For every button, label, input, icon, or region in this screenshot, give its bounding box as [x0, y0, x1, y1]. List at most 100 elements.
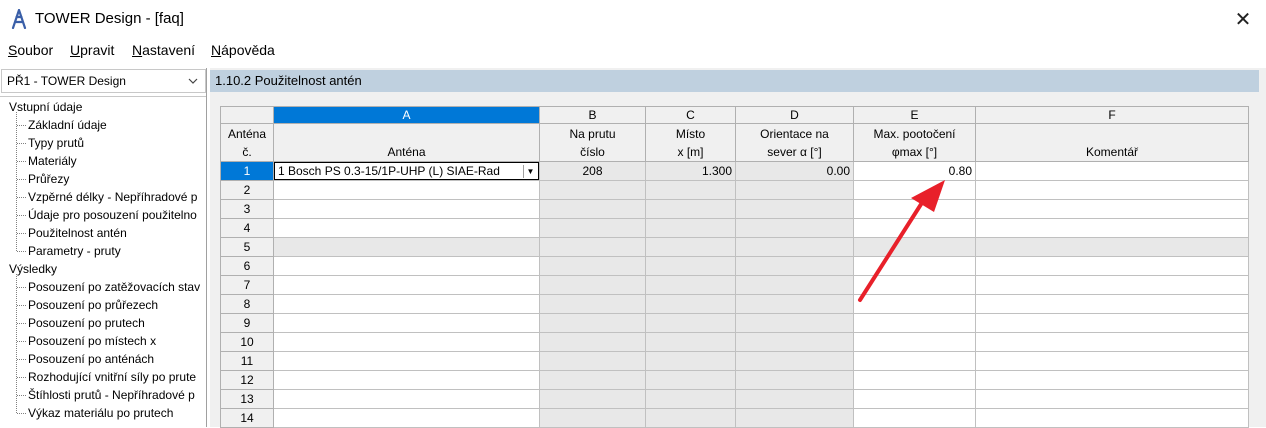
row-number[interactable]: 9	[220, 313, 274, 333]
location-cell[interactable]	[645, 370, 736, 390]
tree-item[interactable]: Posouzení po zatěžovacích stav	[0, 278, 200, 296]
max-rotation-cell[interactable]: 0.80	[853, 161, 976, 181]
antenna-cell[interactable]	[273, 332, 540, 352]
orientation-cell[interactable]	[735, 294, 854, 314]
member-cell[interactable]	[539, 180, 646, 200]
member-cell[interactable]	[539, 408, 646, 428]
member-cell[interactable]	[539, 332, 646, 352]
table-row[interactable]: 5	[220, 237, 1249, 257]
row-number[interactable]: 6	[220, 256, 274, 276]
member-cell[interactable]	[539, 370, 646, 390]
menu-upravit[interactable]: Upravit	[70, 42, 114, 58]
tree-item[interactable]: Údaje pro posouzení použitelno	[0, 206, 197, 224]
comment-cell[interactable]	[975, 294, 1249, 314]
column-letter-a[interactable]: A	[273, 106, 540, 124]
orientation-cell[interactable]	[735, 389, 854, 409]
menu-nastaveni[interactable]: Nastavení	[132, 42, 195, 58]
row-number[interactable]: 7	[220, 275, 274, 295]
max-rotation-cell[interactable]	[853, 389, 976, 409]
orientation-cell[interactable]	[735, 199, 854, 219]
table-row[interactable]: 10	[220, 332, 1249, 352]
comment-cell[interactable]	[975, 351, 1249, 371]
table-row[interactable]: 9	[220, 313, 1249, 333]
comment-cell[interactable]	[975, 161, 1249, 181]
row-number[interactable]: 1	[220, 161, 274, 181]
max-rotation-cell[interactable]	[853, 370, 976, 390]
tree-item[interactable]: Typy prutů	[0, 134, 84, 152]
location-cell[interactable]	[645, 256, 736, 276]
comment-cell[interactable]	[975, 237, 1249, 257]
orientation-cell[interactable]	[735, 313, 854, 333]
location-cell[interactable]	[645, 313, 736, 333]
orientation-cell[interactable]	[735, 180, 854, 200]
antenna-cell[interactable]	[273, 256, 540, 276]
tree-item[interactable]: Posouzení po místech x	[0, 332, 156, 350]
max-rotation-cell[interactable]	[853, 332, 976, 352]
antenna-cell[interactable]	[273, 351, 540, 371]
table-row[interactable]: 11	[220, 351, 1249, 371]
antenna-cell[interactable]	[273, 218, 540, 238]
orientation-cell[interactable]	[735, 256, 854, 276]
comment-cell[interactable]	[975, 275, 1249, 295]
triangle-down-icon[interactable]: ▼	[523, 165, 537, 178]
orientation-cell[interactable]	[735, 237, 854, 257]
member-cell[interactable]	[539, 275, 646, 295]
antenna-cell[interactable]	[273, 180, 540, 200]
table-row[interactable]: 1 1 Bosch PS 0.3-15/1P-UHP (L) SIAE-Rad ▼ 2…	[220, 161, 1249, 181]
member-cell[interactable]	[539, 256, 646, 276]
table-row[interactable]: 6	[220, 256, 1249, 276]
table-row[interactable]: 12	[220, 370, 1249, 390]
row-number[interactable]: 2	[220, 180, 274, 200]
max-rotation-cell[interactable]	[853, 256, 976, 276]
row-number[interactable]: 4	[220, 218, 274, 238]
comment-cell[interactable]	[975, 408, 1249, 428]
table-row[interactable]: 2	[220, 180, 1249, 200]
column-letter-c[interactable]: C	[645, 106, 736, 124]
location-cell[interactable]	[645, 408, 736, 428]
column-letter-d[interactable]: D	[735, 106, 854, 124]
location-cell[interactable]	[645, 351, 736, 371]
member-cell[interactable]	[539, 313, 646, 333]
column-letter-e[interactable]: E	[853, 106, 976, 124]
member-cell[interactable]	[539, 389, 646, 409]
max-rotation-cell[interactable]	[853, 218, 976, 238]
comment-cell[interactable]	[975, 218, 1249, 238]
menu-napoveda[interactable]: Nápověda	[211, 42, 275, 58]
max-rotation-cell[interactable]	[853, 180, 976, 200]
menu-soubor[interactable]: Soubor	[8, 42, 53, 58]
comment-cell[interactable]	[975, 370, 1249, 390]
close-button[interactable]: ✕	[1220, 0, 1266, 38]
row-number[interactable]: 14	[220, 408, 274, 428]
tree-item[interactable]: Parametry - pruty	[0, 242, 121, 260]
row-number[interactable]: 11	[220, 351, 274, 371]
comment-cell[interactable]	[975, 256, 1249, 276]
row-number[interactable]: 13	[220, 389, 274, 409]
antenna-cell[interactable]	[273, 389, 540, 409]
location-cell[interactable]	[645, 180, 736, 200]
tree-section-0[interactable]: Vstupní údaje	[0, 98, 82, 116]
location-cell[interactable]	[645, 237, 736, 257]
max-rotation-cell[interactable]	[853, 237, 976, 257]
location-cell[interactable]	[645, 294, 736, 314]
member-cell[interactable]	[539, 199, 646, 219]
tree-item[interactable]: Rozhodující vnitřní síly po prute	[0, 368, 196, 386]
tree-item[interactable]: Vzpěrné délky - Nepříhradové p	[0, 188, 197, 206]
antenna-cell[interactable]	[273, 370, 540, 390]
member-cell[interactable]	[539, 351, 646, 371]
row-number[interactable]: 3	[220, 199, 274, 219]
row-number[interactable]: 5	[220, 237, 274, 257]
row-number[interactable]: 12	[220, 370, 274, 390]
tree-item[interactable]: Výkaz materiálu po prutech	[0, 404, 173, 422]
tree-item[interactable]: Posouzení po průřezech	[0, 296, 158, 314]
table-row[interactable]: 13	[220, 389, 1249, 409]
max-rotation-cell[interactable]	[853, 275, 976, 295]
row-number[interactable]: 8	[220, 294, 274, 314]
comment-cell[interactable]	[975, 199, 1249, 219]
orientation-cell[interactable]	[735, 332, 854, 352]
comment-cell[interactable]	[975, 180, 1249, 200]
member-cell[interactable]	[539, 218, 646, 238]
location-cell[interactable]	[645, 389, 736, 409]
comment-cell[interactable]	[975, 313, 1249, 333]
location-cell[interactable]	[645, 275, 736, 295]
antenna-cell[interactable]	[273, 275, 540, 295]
